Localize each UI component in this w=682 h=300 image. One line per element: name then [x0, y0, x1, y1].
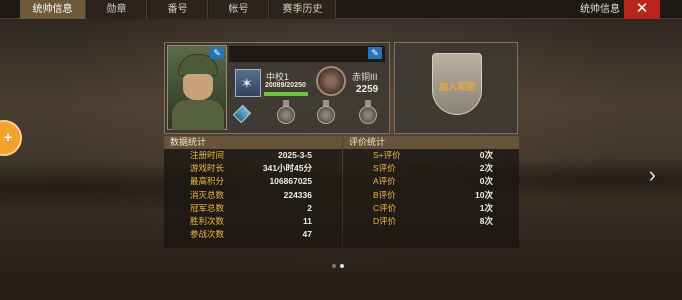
rank-badge-icon: ✶	[235, 69, 261, 97]
ratings-row: S评价 2次	[343, 162, 519, 175]
edit-name-icon[interactable]: ✎	[368, 47, 382, 59]
tab-designation[interactable]: 番号	[148, 0, 208, 19]
medal-slot-icon[interactable]	[359, 106, 377, 124]
stats-label: 注册时间	[190, 150, 225, 160]
ratings-label: A评价	[373, 176, 396, 187]
ratings-row: S+评价 0次	[343, 149, 519, 162]
close-icon: ✕	[635, 0, 649, 17]
commander-name-field	[229, 46, 385, 62]
ratings-value: 1次	[479, 202, 493, 213]
ratings-panel: 评价统计 S+评价 0次 S评价 2次 A评价 0次 B评价 10次 C评价 1次 D评价 8次	[343, 136, 519, 248]
stats-row: 参战次数 47	[164, 228, 342, 241]
rank-exp: 20089/20250	[265, 82, 306, 89]
stats-value: 11	[303, 215, 312, 226]
ratings-label: B评价	[373, 189, 396, 200]
stats-value: 106867025	[269, 176, 312, 187]
tier-name: 赤铜III	[352, 72, 378, 82]
ratings-label: C评价	[373, 202, 397, 213]
join-legion-label[interactable]: 加入军团	[434, 80, 480, 93]
ratings-row: B评价 10次	[343, 189, 519, 202]
ratings-value: 2次	[479, 163, 493, 174]
exp-progress-bar	[264, 92, 308, 96]
page-dot[interactable]	[332, 264, 336, 268]
medal-slot-icon[interactable]	[317, 106, 335, 124]
ratings-title: 评价统计	[343, 136, 519, 149]
ratings-value: 8次	[479, 215, 493, 226]
next-page-arrow-icon[interactable]: ›	[649, 162, 656, 188]
stats-label: 胜利次数	[190, 215, 225, 226]
face-shape	[183, 74, 213, 100]
medal-slot-icon[interactable]	[277, 106, 295, 124]
ratings-value: 0次	[479, 176, 493, 187]
stats-row: 注册时间 2025-3-5	[164, 149, 342, 162]
exp-progress-fill	[264, 92, 308, 96]
tier-score: 2259	[356, 84, 379, 95]
page-title: 统帅信息	[580, 4, 620, 15]
ratings-row: A评价 0次	[343, 175, 519, 188]
tab-account[interactable]: 帐号	[209, 0, 269, 19]
tab-season-history[interactable]: 赛季历史	[270, 0, 336, 19]
stats-title: 数据统计	[164, 136, 342, 149]
stats-label: 参战次数	[190, 229, 225, 240]
uniform-shape	[172, 100, 224, 130]
stats-row: 胜利次数 11	[164, 215, 342, 228]
top-bar: 统帅信息 勋章 番号 帐号 赛季历史 统帅信息 ✕	[0, 0, 682, 19]
plus-icon: +	[4, 129, 13, 145]
tab-commander-info[interactable]: 统帅信息	[20, 0, 86, 19]
stats-row: 游戏时长 341小时45分	[164, 162, 342, 175]
stats-value: 2025-3-5	[277, 150, 312, 160]
ratings-row: C评价 1次	[343, 202, 519, 215]
stats-row: 最高积分 106867025	[164, 175, 342, 188]
stats-row: 冠军总数 2	[164, 202, 342, 215]
close-button[interactable]: ✕	[624, 0, 660, 19]
stats-label: 冠军总数	[190, 202, 225, 213]
tab-medals[interactable]: 勋章	[87, 0, 147, 19]
stats-label: 消灭总数	[190, 189, 225, 200]
ratings-label: D评价	[373, 215, 397, 226]
ratings-row: D评价 8次	[343, 215, 519, 228]
ratings-label: S+评价	[373, 150, 401, 160]
ratings-value: 0次	[479, 150, 493, 160]
edit-portrait-icon[interactable]: ✎	[210, 47, 224, 59]
stats-value: 224336	[283, 189, 312, 200]
stats-panel: 数据统计 注册时间 2025-3-5 游戏时长 341小时45分最高积分 1068670…	[164, 136, 342, 248]
tier-badge-icon	[316, 66, 346, 96]
ratings-label: S评价	[373, 163, 396, 174]
stats-label: 游戏时长	[190, 163, 225, 174]
stats-label: 最高积分	[190, 176, 225, 187]
stats-value: 2	[307, 202, 312, 213]
ratings-value: 10次	[475, 189, 493, 200]
stats-value: 47	[302, 229, 312, 240]
stats-row: 消灭总数 224336	[164, 189, 342, 202]
page-dot-active[interactable]	[340, 264, 344, 268]
stats-value: 341小时45分	[262, 163, 312, 174]
